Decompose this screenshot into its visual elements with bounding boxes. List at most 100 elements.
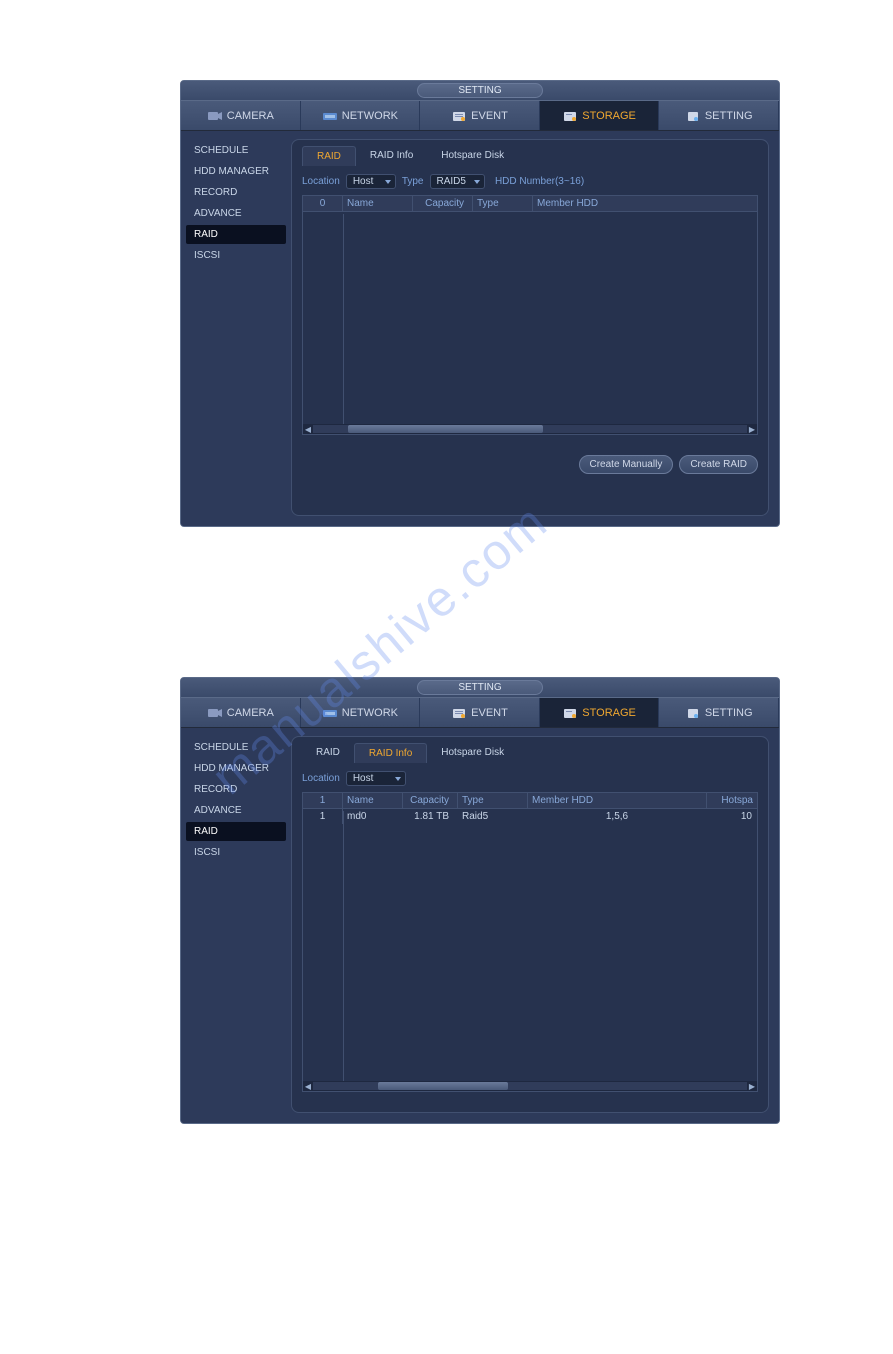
subtab-raid-info[interactable]: RAID Info xyxy=(354,743,427,763)
td-hotspare: 10 xyxy=(707,809,757,824)
th-name: Name xyxy=(343,196,413,211)
filter-row: Location Host Type RAID5 HDD Number(3~16… xyxy=(302,174,758,189)
sidebar-item-iscsi[interactable]: ISCSI xyxy=(186,246,286,265)
window-title: SETTING xyxy=(417,680,542,695)
th-name: Name xyxy=(343,793,403,808)
title-bar: SETTING xyxy=(181,678,779,698)
h-scrollbar[interactable]: ◀ ▶ xyxy=(303,1081,757,1091)
settings-window-raid-info: SETTING CAMERA NETWORK EVENT STORAGE SET… xyxy=(180,677,780,1124)
subtab-hotspare[interactable]: Hotspare Disk xyxy=(427,743,518,763)
tab-setting[interactable]: SETTING xyxy=(659,101,779,130)
subtab-raid-info[interactable]: RAID Info xyxy=(356,146,427,166)
location-label: Location xyxy=(302,176,340,187)
raid-table: 0 Name Capacity Type Member HDD ◀ ▶ xyxy=(302,195,758,435)
scroll-thumb[interactable] xyxy=(348,425,543,433)
sidebar-item-advance[interactable]: ADVANCE xyxy=(186,204,286,223)
subtab-hotspare[interactable]: Hotspare Disk xyxy=(427,146,518,166)
sidebar-item-hdd-manager[interactable]: HDD MANAGER xyxy=(186,162,286,181)
scroll-left-icon[interactable]: ◀ xyxy=(303,1081,313,1091)
sidebar-item-raid[interactable]: RAID xyxy=(186,822,286,841)
th-member: Member HDD xyxy=(528,793,707,808)
th-capacity: Capacity xyxy=(403,793,458,808)
sidebar-item-record[interactable]: RECORD xyxy=(186,183,286,202)
content-panel: RAID RAID Info Hotspare Disk Location Ho… xyxy=(291,139,769,516)
tab-storage[interactable]: STORAGE xyxy=(540,101,660,130)
gear-icon xyxy=(685,706,701,720)
tab-network[interactable]: NETWORK xyxy=(301,698,421,727)
tab-setting[interactable]: SETTING xyxy=(659,698,779,727)
camera-icon xyxy=(207,706,223,720)
scroll-right-icon[interactable]: ▶ xyxy=(747,424,757,434)
th-capacity: Capacity xyxy=(413,196,473,211)
scroll-track[interactable] xyxy=(313,425,747,433)
scroll-thumb[interactable] xyxy=(378,1082,508,1090)
sidebar-item-iscsi[interactable]: ISCSI xyxy=(186,843,286,862)
h-scrollbar[interactable]: ◀ ▶ xyxy=(303,424,757,434)
th-member: Member HDD xyxy=(533,196,757,211)
gear-icon xyxy=(685,109,701,123)
td-type: Raid5 xyxy=(458,809,528,824)
tab-setting-label: SETTING xyxy=(705,707,753,719)
sidebar-item-schedule[interactable]: SCHEDULE xyxy=(186,738,286,757)
tab-camera-label: CAMERA xyxy=(227,110,274,122)
td-capacity: 1.81 TB xyxy=(403,809,458,824)
th-hotspare: Hotspa xyxy=(707,793,757,808)
event-icon xyxy=(451,109,467,123)
tab-network-label: NETWORK xyxy=(342,707,398,719)
td-name: md0 xyxy=(343,809,403,824)
tab-setting-label: SETTING xyxy=(705,110,753,122)
tab-camera[interactable]: CAMERA xyxy=(181,698,301,727)
tab-event[interactable]: EVENT xyxy=(420,698,540,727)
body: SCHEDULE HDD MANAGER RECORD ADVANCE RAID… xyxy=(181,728,779,1123)
tab-storage-label: STORAGE xyxy=(582,707,636,719)
tab-camera[interactable]: CAMERA xyxy=(181,101,301,130)
sidebar-item-schedule[interactable]: SCHEDULE xyxy=(186,141,286,160)
settings-window-raid: SETTING CAMERA NETWORK EVENT STORAGE SET… xyxy=(180,80,780,527)
sub-tab-bar: RAID RAID Info Hotspare Disk xyxy=(302,743,758,763)
tab-storage[interactable]: STORAGE xyxy=(540,698,660,727)
tab-camera-label: CAMERA xyxy=(227,707,274,719)
type-dropdown[interactable]: RAID5 xyxy=(430,174,485,189)
network-icon xyxy=(322,706,338,720)
location-dropdown[interactable]: Host xyxy=(346,771,406,786)
type-label: Type xyxy=(402,176,424,187)
sidebar: SCHEDULE HDD MANAGER RECORD ADVANCE RAID… xyxy=(181,728,291,1123)
td-member: 1,5,6 xyxy=(528,809,707,824)
camera-icon xyxy=(207,109,223,123)
button-row: Create Manually Create RAID xyxy=(302,455,758,474)
location-dropdown[interactable]: Host xyxy=(346,174,396,189)
sidebar-item-advance[interactable]: ADVANCE xyxy=(186,801,286,820)
scroll-left-icon[interactable]: ◀ xyxy=(303,424,313,434)
sidebar: SCHEDULE HDD MANAGER RECORD ADVANCE RAID… xyxy=(181,131,291,526)
table-divider xyxy=(343,214,344,424)
table-header: 1 Name Capacity Type Member HDD Hotspa xyxy=(303,793,757,809)
main-tab-bar: CAMERA NETWORK EVENT STORAGE SETTING xyxy=(181,698,779,728)
content-panel: RAID RAID Info Hotspare Disk Location Ho… xyxy=(291,736,769,1113)
sidebar-item-hdd-manager[interactable]: HDD MANAGER xyxy=(186,759,286,778)
tab-event-label: EVENT xyxy=(471,110,508,122)
storage-icon xyxy=(562,706,578,720)
location-label: Location xyxy=(302,773,340,784)
filter-row: Location Host xyxy=(302,771,758,786)
table-divider xyxy=(343,811,344,1081)
tab-network[interactable]: NETWORK xyxy=(301,101,421,130)
tab-event[interactable]: EVENT xyxy=(420,101,540,130)
subtab-raid[interactable]: RAID xyxy=(302,743,354,763)
tab-storage-label: STORAGE xyxy=(582,110,636,122)
sub-tab-bar: RAID RAID Info Hotspare Disk xyxy=(302,146,758,166)
sidebar-item-record[interactable]: RECORD xyxy=(186,780,286,799)
scroll-right-icon[interactable]: ▶ xyxy=(747,1081,757,1091)
table-row[interactable]: 1 md0 1.81 TB Raid5 1,5,6 10 xyxy=(303,809,757,824)
sidebar-item-raid[interactable]: RAID xyxy=(186,225,286,244)
network-icon xyxy=(322,109,338,123)
title-bar: SETTING xyxy=(181,81,779,101)
th-type: Type xyxy=(473,196,533,211)
subtab-raid[interactable]: RAID xyxy=(302,146,356,166)
create-manually-button[interactable]: Create Manually xyxy=(579,455,674,474)
body: SCHEDULE HDD MANAGER RECORD ADVANCE RAID… xyxy=(181,131,779,526)
scroll-track[interactable] xyxy=(313,1082,747,1090)
create-raid-button[interactable]: Create RAID xyxy=(679,455,758,474)
th-index: 0 xyxy=(303,196,343,211)
th-index: 1 xyxy=(303,793,343,808)
main-tab-bar: CAMERA NETWORK EVENT STORAGE SETTING xyxy=(181,101,779,131)
